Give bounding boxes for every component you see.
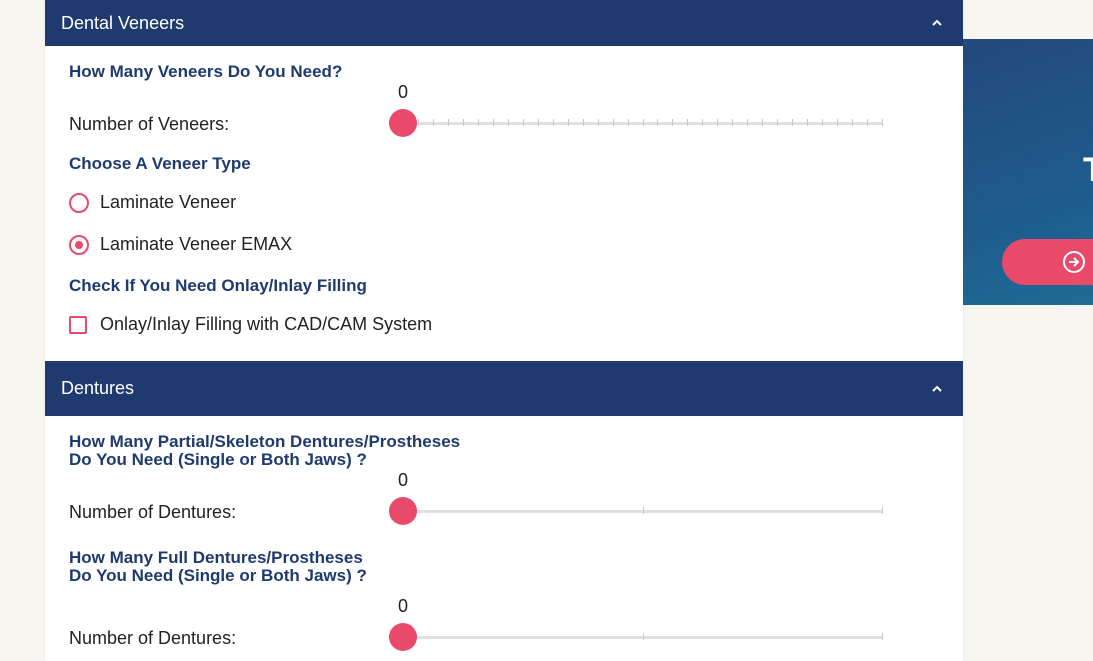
slider-tick: [807, 119, 809, 126]
slider-tick: [762, 119, 764, 126]
slider-tick: [522, 119, 524, 126]
slider-tick: [417, 119, 419, 126]
slider-tick: [717, 119, 719, 126]
sidebar-promo-card: T: [963, 39, 1093, 305]
full-question-line-1: How Many Full Dentures/Prostheses: [69, 548, 363, 567]
slider-tick: [882, 119, 883, 126]
slider-tick: [777, 119, 779, 126]
slider-tick: [702, 119, 704, 126]
full-question-line-2: Do You Need (Single or Both Jaws) ?: [69, 566, 367, 585]
slider-tick: [643, 507, 644, 514]
section-title: Dental Veneers: [61, 12, 185, 33]
radio-laminate-veneer-emax[interactable]: [69, 235, 89, 255]
slider-tick: [822, 119, 824, 126]
slider-tick: [447, 119, 449, 126]
option-label-laminate-veneer-emax[interactable]: Laminate Veneer EMAX: [100, 234, 292, 255]
slider-tick: [567, 119, 569, 126]
slider-tick: [627, 119, 629, 126]
full-slider-thumb[interactable]: [389, 623, 417, 651]
veneer-type-title: Choose A Veneer Type: [69, 154, 251, 173]
partial-slider-value: 0: [397, 470, 408, 490]
slider-tick: [552, 119, 554, 126]
option-label-onlay-inlay-filling[interactable]: Onlay/Inlay Filling with CAD/CAM System: [100, 314, 432, 335]
partial-question-line-1: How Many Partial/Skeleton Dentures/Prost…: [69, 432, 461, 451]
slider-tick: [507, 119, 509, 126]
section-header-dental-veneers[interactable]: Dental Veneers: [45, 0, 963, 46]
checkbox-onlay-inlay-filling[interactable]: [69, 316, 87, 334]
full-slider-track[interactable]: [403, 633, 883, 640]
veneers-slider-label: Number of Veneers:: [69, 114, 230, 134]
partial-question-line-2: Do You Need (Single or Both Jaws) ?: [69, 450, 367, 469]
full-dentures-question: How Many Full Dentures/Prostheses Do You…: [69, 549, 367, 585]
slider-tick: [643, 633, 644, 640]
slider-tick: [867, 119, 869, 126]
option-label-laminate-veneer[interactable]: Laminate Veneer: [100, 192, 236, 213]
partial-dentures-question: How Many Partial/Skeleton Dentures/Prost…: [69, 433, 460, 469]
veneers-slider-thumb[interactable]: [389, 109, 417, 137]
slider-tick: [852, 119, 854, 126]
slider-tick: [882, 633, 883, 640]
sidebar-partial-text: T: [1083, 151, 1093, 190]
section-title: Dentures: [61, 378, 135, 398]
slider-tick: [537, 119, 539, 126]
calculator-panel: Dental Veneers How Many Veneers Do You N…: [45, 0, 963, 661]
slider-tick: [732, 119, 734, 126]
partial-slider-track[interactable]: [403, 507, 883, 514]
slider-tick: [432, 119, 434, 126]
slider-tick: [582, 119, 584, 126]
slider-tick: [882, 507, 883, 514]
sidebar-action-button[interactable]: [1002, 239, 1093, 285]
slider-tick: [597, 119, 599, 126]
chevron-up-icon: [932, 19, 942, 26]
slider-tick: [657, 119, 659, 126]
chevron-up-icon: [932, 385, 942, 392]
veneers-slider-value: 0: [397, 82, 408, 102]
partial-slider-thumb[interactable]: [389, 497, 417, 525]
arrow-circle-right-icon: [1063, 251, 1085, 273]
slider-tick: [612, 119, 614, 126]
full-slider-label: Number of Dentures:: [69, 628, 237, 648]
slider-tick: [747, 119, 749, 126]
slider-tick: [462, 119, 464, 126]
veneers-slider-track[interactable]: [403, 119, 883, 126]
slider-tick: [837, 119, 839, 126]
radio-laminate-veneer[interactable]: [69, 193, 89, 213]
slider-tick: [792, 119, 794, 126]
slider-tick: [672, 119, 674, 126]
slider-tick: [492, 119, 494, 126]
partial-slider-label: Number of Dentures:: [69, 502, 237, 522]
slider-tick: [642, 119, 644, 126]
full-slider-value: 0: [397, 596, 408, 616]
slider-tick: [477, 119, 479, 126]
slider-tick: [687, 119, 689, 126]
veneers-question: How Many Veneers Do You Need?: [69, 62, 343, 81]
section-header-dentures[interactable]: Dentures: [45, 361, 963, 416]
filling-title: Check If You Need Onlay/Inlay Filling: [69, 276, 367, 295]
